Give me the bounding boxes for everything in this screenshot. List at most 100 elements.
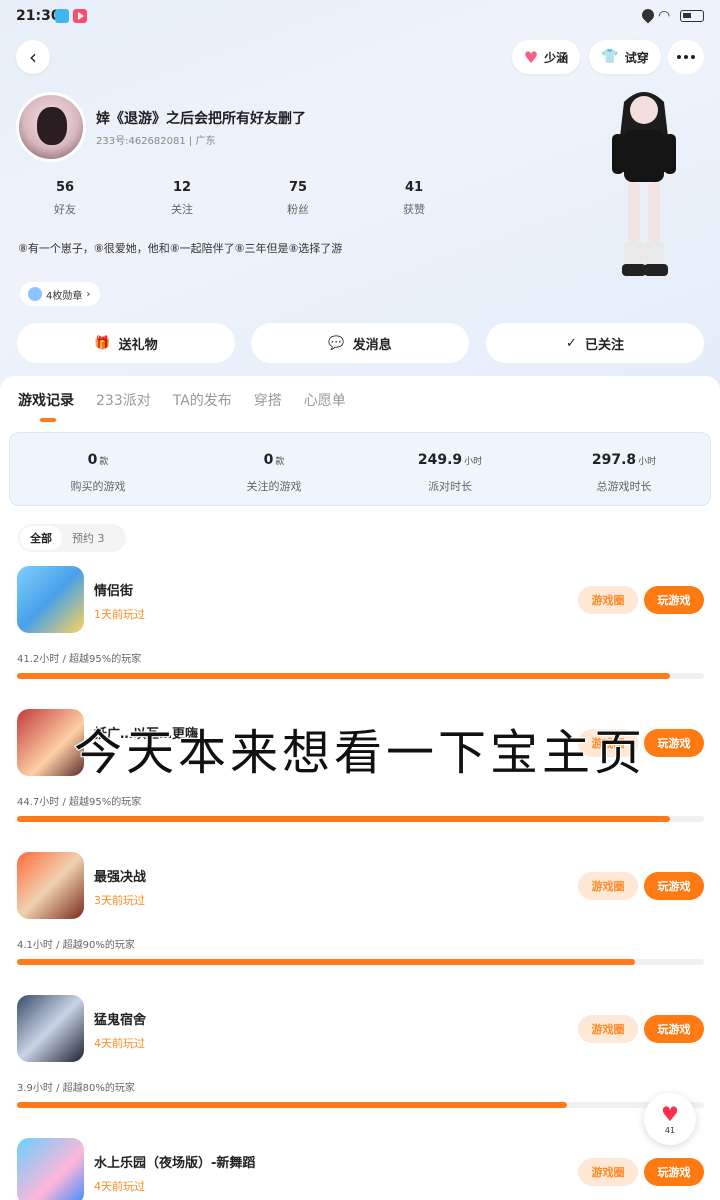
game-circle-button[interactable]: 游戏圈	[578, 1015, 638, 1043]
list-item[interactable]: 情侣街 1天前玩过 游戏圈 玩游戏 41.2小时 / 超越95%的玩家	[0, 566, 720, 709]
last-played: 3天前玩过	[94, 894, 145, 907]
gift-icon: 🎁	[94, 335, 111, 351]
list-item[interactable]: 猛鬼宿舍 4天前玩过 游戏圈 玩游戏 3.9小时 / 超越80%的玩家	[0, 995, 720, 1138]
play-game-button[interactable]: 玩游戏	[644, 1015, 704, 1043]
stat-value: 75	[288, 180, 308, 195]
stat-value: 41	[404, 180, 424, 195]
like-count: 41	[664, 1125, 676, 1135]
send-message-label: 发消息	[352, 337, 392, 353]
try-on-label: 试穿	[624, 50, 649, 65]
message-icon: 💬	[328, 335, 345, 351]
game-name: 最强决战	[94, 870, 147, 885]
game-playtime: 4.1小时 / 超越90%的玩家	[17, 940, 135, 951]
heart-icon: ♥	[523, 47, 539, 67]
filter-all[interactable]: 全部	[20, 526, 62, 550]
progress-fill	[17, 1102, 567, 1108]
badges-button[interactable]: 4枚勋章 ›	[20, 282, 101, 306]
summary-label: 购买的游戏	[70, 480, 126, 493]
game-icon	[17, 1138, 84, 1200]
play-game-button[interactable]: 玩游戏	[644, 1158, 704, 1186]
stat-value: 12	[172, 180, 192, 195]
tab-233-party[interactable]: 233派对	[96, 390, 151, 420]
send-message-button[interactable]: 💬 发消息	[251, 323, 469, 363]
status-time: 21:30	[16, 8, 61, 24]
game-name: 水上乐园（夜场版）-新舞蹈	[94, 1156, 256, 1171]
filter-reserved[interactable]: 预约 3	[62, 526, 115, 550]
stat-fans[interactable]: 75 粉丝	[263, 180, 333, 217]
user-id: 233号:462682081	[96, 136, 186, 147]
game-filter: 全部 预约 3	[18, 524, 126, 552]
chevron-right-icon: ›	[86, 288, 91, 300]
more-dot	[684, 55, 688, 59]
summary-value: 249.9	[417, 452, 463, 468]
wifi-icon: ◠	[658, 8, 671, 24]
followed-button[interactable]: ✓ 已关注	[486, 323, 704, 363]
last-played: 1天前玩过	[94, 608, 145, 621]
avatar-figure[interactable]	[594, 82, 694, 292]
summary-label: 派对时长	[428, 480, 472, 493]
badges-label: 4枚勋章	[46, 290, 83, 302]
stat-label: 好友	[54, 203, 76, 216]
tab-game-records[interactable]: 游戏记录	[18, 390, 74, 422]
progress-fill	[17, 959, 636, 965]
stat-friends[interactable]: 56 好友	[30, 180, 100, 217]
bio: ⑧有一个崽子，⑧很爱她，他和⑧一起陪伴了⑧三年但是⑧选择了游	[18, 242, 343, 255]
list-item[interactable]: 最强决战 3天前玩过 游戏圈 玩游戏 4.1小时 / 超越90%的玩家	[0, 852, 720, 995]
username: 婞《退游》之后会把所有好友删了	[96, 111, 306, 127]
stat-following[interactable]: 12 关注	[147, 180, 217, 217]
stat-likes[interactable]: 41 获赞	[379, 180, 449, 217]
back-button[interactable]: ‹	[16, 40, 50, 74]
stat-label: 获赞	[403, 203, 425, 216]
tab-wishlist[interactable]: 心愿单	[304, 390, 346, 420]
send-gift-label: 送礼物	[118, 337, 158, 353]
game-summary: 0款 购买的游戏 0款 关注的游戏 249.9 小时 派对时长 297.8 小时 总…	[9, 432, 711, 506]
like-button[interactable]: ♥ 41	[644, 1093, 696, 1145]
last-played: 4天前玩过	[94, 1180, 145, 1193]
followed-label: 已关注	[584, 337, 624, 353]
playtime-progress	[17, 1102, 704, 1108]
send-gift-button[interactable]: 🎁 送礼物	[17, 323, 235, 363]
game-icon	[17, 995, 84, 1062]
overlay-caption: 今天本来想看一下宝主页	[73, 724, 646, 782]
stat-label: 粉丝	[287, 203, 309, 216]
summary-purchased: 0款 购买的游戏	[10, 449, 186, 494]
progress-fill	[17, 816, 670, 822]
stat-value: 56	[55, 180, 75, 195]
video-app-icon	[73, 9, 87, 23]
game-playtime: 3.9小时 / 超越80%的玩家	[17, 1083, 135, 1094]
game-playtime: 41.2小时 / 超越95%的玩家	[17, 654, 142, 665]
tab-posts[interactable]: TA的发布	[173, 390, 232, 420]
summary-value: 0	[87, 452, 98, 468]
partner-label: 少涵	[544, 50, 569, 65]
user-id-line: 233号:462682081 | 广东	[96, 132, 215, 147]
summary-followed-games: 0款 关注的游戏	[186, 449, 362, 494]
more-button[interactable]	[668, 40, 704, 74]
summary-value: 0	[263, 452, 274, 468]
medal-icon	[28, 287, 42, 301]
heart-icon: ♥	[661, 1101, 679, 1126]
summary-total-time: 297.8 小时 总游戏时长	[536, 449, 712, 494]
play-game-button[interactable]: 玩游戏	[644, 872, 704, 900]
tab-outfits[interactable]: 穿搭	[254, 390, 282, 420]
game-circle-button[interactable]: 游戏圈	[578, 872, 638, 900]
stat-label: 关注	[171, 203, 193, 216]
game-icon	[17, 852, 84, 919]
avatar[interactable]	[16, 92, 86, 162]
battery-icon	[680, 10, 704, 22]
partner-button[interactable]: ♥ 少涵	[512, 40, 580, 74]
shirt-icon: 👕	[601, 49, 619, 65]
game-icon	[17, 566, 84, 633]
play-game-button[interactable]: 玩游戏	[644, 586, 704, 614]
more-dot	[691, 55, 695, 59]
game-circle-button[interactable]: 游戏圈	[578, 586, 638, 614]
game-circle-button[interactable]: 游戏圈	[578, 1158, 638, 1186]
game-name: 猛鬼宿舍	[94, 1013, 147, 1028]
summary-label: 关注的游戏	[246, 480, 302, 493]
chat-app-icon	[55, 9, 69, 23]
summary-unit: 小时	[638, 457, 657, 467]
try-on-button[interactable]: 👕 试穿	[589, 40, 661, 74]
summary-unit: 款	[275, 457, 285, 467]
list-item[interactable]: 水上乐园（夜场版）-新舞蹈 4天前玩过 游戏圈 玩游戏	[0, 1138, 720, 1200]
summary-value: 297.8	[591, 452, 637, 468]
playtime-progress	[17, 959, 704, 965]
